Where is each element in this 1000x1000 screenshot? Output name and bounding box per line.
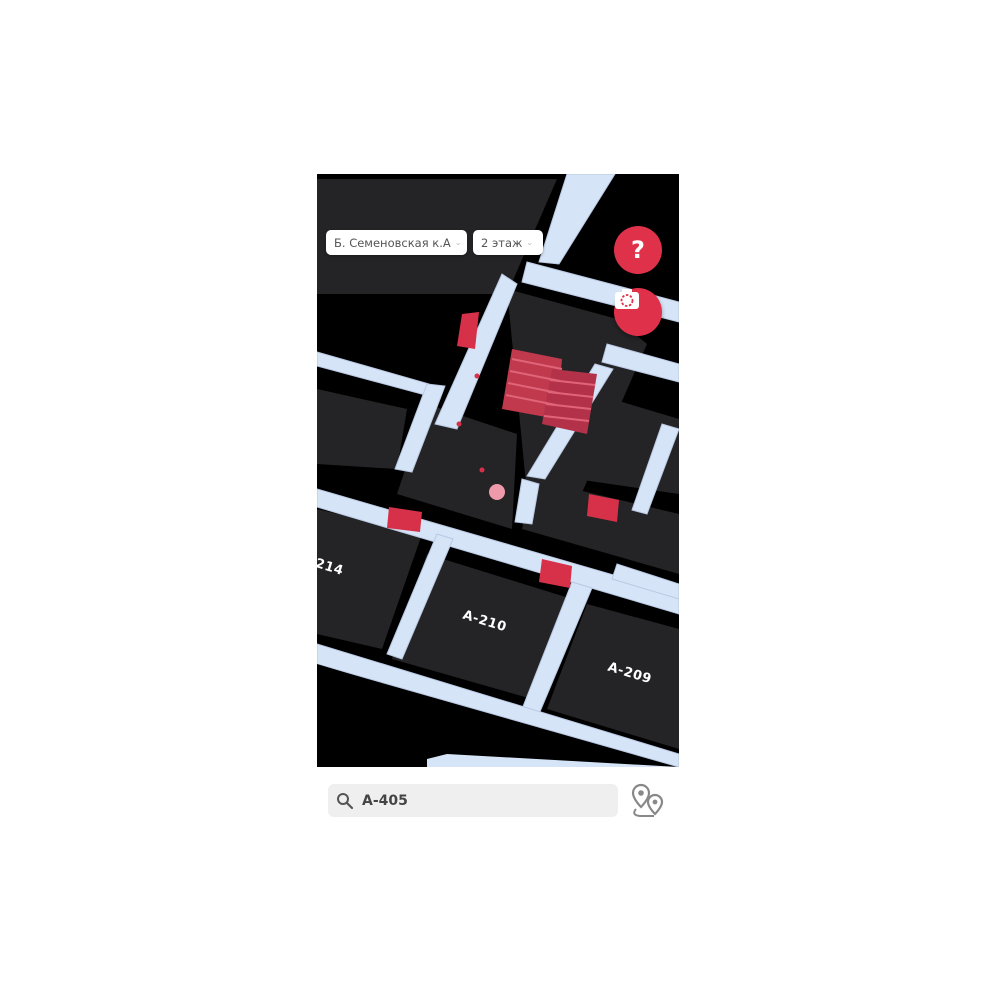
app-screen: Б. Семеновская к.А ⌄ 2 этаж ⌄ ? 214 А-21… xyxy=(317,174,679,826)
search-input[interactable] xyxy=(360,791,604,810)
search-icon xyxy=(337,792,354,809)
camera-icon xyxy=(615,289,639,309)
search-bar[interactable] xyxy=(328,784,618,817)
floor-map[interactable]: Б. Семеновская к.А ⌄ 2 этаж ⌄ ? 214 А-21… xyxy=(317,174,679,767)
question-mark-icon: ? xyxy=(631,236,645,264)
floor-select[interactable]: 2 этаж ⌄ xyxy=(473,230,543,255)
building-select-label: Б. Семеновская к.А xyxy=(334,235,451,250)
user-location-marker xyxy=(489,484,505,500)
bottom-bar xyxy=(317,767,679,826)
camera-button[interactable] xyxy=(614,288,662,336)
chevron-down-icon: ⌄ xyxy=(454,238,462,247)
route-pins-icon xyxy=(631,783,664,817)
building-select[interactable]: Б. Семеновская к.А ⌄ xyxy=(326,230,467,255)
help-button[interactable]: ? xyxy=(614,226,662,274)
chevron-down-icon: ⌄ xyxy=(526,238,534,247)
floor-select-label: 2 этаж xyxy=(481,235,523,250)
route-button[interactable] xyxy=(627,781,669,821)
